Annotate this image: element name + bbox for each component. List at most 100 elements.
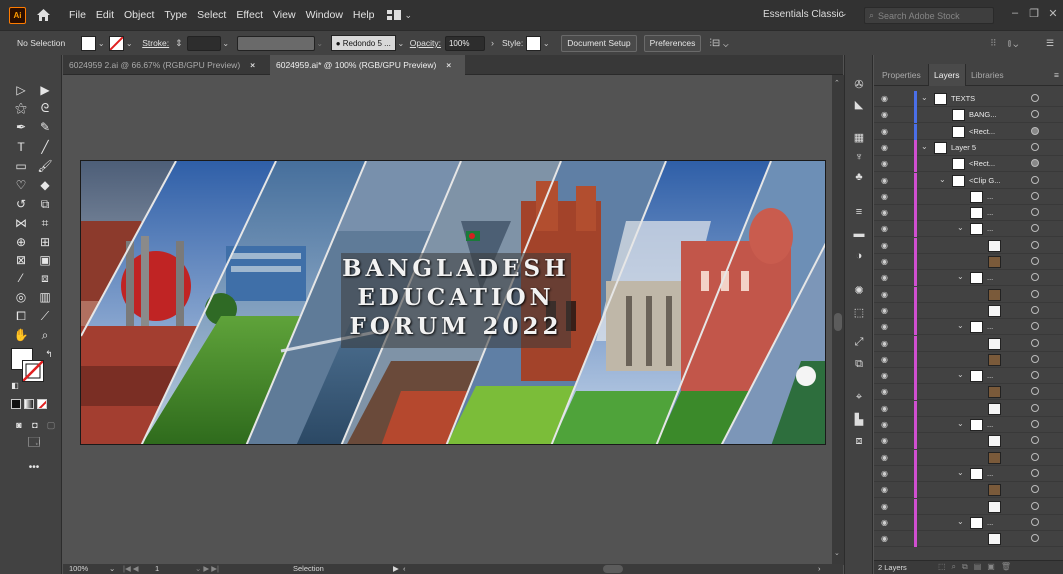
layer-row[interactable]: ◉	[874, 400, 1063, 417]
layer-name[interactable]: Layer 5	[951, 143, 976, 152]
visibility-eye-icon[interactable]: ◉	[881, 208, 891, 217]
target-circle-icon[interactable]	[1031, 305, 1039, 314]
target-circle-icon[interactable]	[1031, 257, 1039, 265]
layer-name[interactable]: <Rect...	[969, 159, 995, 168]
close-icon[interactable]: ×	[250, 60, 255, 70]
layer-row[interactable]: ◉	[874, 449, 1063, 466]
vertical-scrollbar[interactable]: ⌃ ⌄	[832, 75, 844, 565]
default-colors-icon[interactable]: ◧	[6, 377, 24, 393]
menu-edit[interactable]: Edit	[96, 9, 114, 21]
layer-row[interactable]: ◉	[874, 254, 1063, 270]
visibility-eye-icon[interactable]: ◉	[881, 127, 891, 136]
slice-tool-icon[interactable]: ⟋	[36, 308, 54, 324]
brush-definition[interactable]: ● Redondo 5 ...	[330, 35, 396, 51]
visibility-eye-icon[interactable]: ◉	[881, 94, 891, 103]
artboard-number[interactable]: 1	[155, 564, 159, 574]
transform-icon[interactable]: ⫾ ⌄	[1008, 38, 1018, 49]
target-circle-icon[interactable]	[1031, 110, 1039, 119]
layer-name[interactable]: ...	[987, 371, 993, 380]
chevron-down-icon[interactable]: ⌄	[96, 39, 106, 48]
artboards-icon[interactable]: ⧈	[852, 434, 866, 448]
layer-row[interactable]: ◉ ⌄ Layer 5	[874, 139, 1063, 156]
chevron-down-icon[interactable]: ⌄	[840, 8, 848, 19]
chevron-down-icon[interactable]: ⌄	[396, 39, 406, 48]
panel-menu-icon[interactable]: ≡	[1049, 64, 1063, 86]
menu-file[interactable]: File	[69, 9, 86, 21]
tab-libraries[interactable]: Libraries	[966, 64, 1009, 86]
scroll-thumb[interactable]	[834, 313, 842, 331]
layer-row[interactable]: ◉	[874, 335, 1063, 352]
menu-view[interactable]: View	[273, 9, 296, 21]
layer-name[interactable]: <Rect...	[969, 127, 995, 136]
width-tool-icon[interactable]: ⋈	[12, 215, 30, 231]
pathfinder-icon[interactable]: ⧉	[852, 357, 866, 371]
symbols-icon[interactable]: ♣	[852, 170, 866, 184]
visibility-eye-icon[interactable]: ◉	[881, 322, 891, 331]
expand-chevron-icon[interactable]: ⌄	[939, 175, 946, 184]
layer-name[interactable]: TEXTS	[951, 94, 975, 103]
gradient-mode-icon[interactable]	[24, 399, 34, 409]
target-circle-icon[interactable]	[1031, 403, 1039, 412]
visibility-eye-icon[interactable]: ◉	[881, 518, 891, 527]
chevron-right-icon[interactable]: ▶	[393, 564, 399, 574]
horizontal-scroll-thumb[interactable]	[603, 565, 623, 573]
layer-row[interactable]: ◉ ⌄ <Clip G...	[874, 172, 1063, 189]
workspace-switcher[interactable]: Essentials Classic	[763, 9, 844, 20]
scale-tool-icon[interactable]: ⧉	[36, 196, 54, 212]
layer-row[interactable]: ◉	[874, 384, 1063, 401]
align-options-icon[interactable]: ⫶⊟ ⌄	[709, 38, 728, 49]
mesh-tool-icon[interactable]: ⊠	[12, 252, 30, 268]
restore-button[interactable]: ❐	[1025, 4, 1043, 22]
chevron-down-icon[interactable]: ⌄	[124, 39, 134, 48]
magic-wand-tool-icon[interactable]: ⚝	[12, 100, 30, 116]
visibility-eye-icon[interactable]: ◉	[881, 273, 891, 282]
target-circle-icon[interactable]	[1031, 436, 1039, 445]
layer-row[interactable]: ◉ ⌄...	[874, 465, 1063, 482]
zoom-level[interactable]: 100%	[69, 564, 88, 574]
target-circle-icon[interactable]	[1031, 224, 1039, 233]
paintbrush-tool-icon[interactable]: 🖌	[36, 158, 54, 174]
swatches-icon[interactable]: ▦	[852, 130, 866, 144]
target-circle-icon[interactable]	[1031, 175, 1039, 184]
scroll-left-icon[interactable]: ‹	[403, 564, 406, 574]
visibility-eye-icon[interactable]: ◉	[881, 257, 891, 266]
curvature-tool-icon[interactable]: ✎	[36, 119, 54, 135]
tab-properties[interactable]: Properties	[877, 64, 926, 86]
expand-chevron-icon[interactable]: ⌄	[957, 272, 964, 281]
free-transform-tool-icon[interactable]: ⌗	[36, 215, 54, 231]
swap-colors-icon[interactable]: ↰	[40, 346, 58, 362]
visibility-eye-icon[interactable]: ◉	[881, 502, 891, 511]
target-circle-icon[interactable]	[1031, 273, 1039, 282]
visibility-eye-icon[interactable]: ◉	[881, 469, 891, 478]
layer-row[interactable]: ◉	[874, 302, 1063, 319]
layer-name[interactable]: ...	[987, 420, 993, 429]
layer-name[interactable]: ...	[987, 208, 993, 217]
graphic-style-swatch[interactable]	[526, 35, 542, 51]
eraser-tool-icon[interactable]: ◆	[36, 177, 54, 193]
target-circle-icon[interactable]	[1031, 517, 1039, 526]
edit-toolbar-icon[interactable]: •••	[25, 459, 43, 475]
menu-object[interactable]: Object	[124, 9, 154, 21]
stroke-label[interactable]: Stroke:	[142, 38, 169, 48]
visibility-eye-icon[interactable]: ◉	[881, 290, 891, 299]
stroke-swatch[interactable]	[109, 35, 125, 51]
layer-row[interactable]: ◉ ⌄...	[874, 270, 1063, 287]
layer-row[interactable]: ◉ <Rect...	[874, 156, 1063, 173]
layer-name[interactable]: ...	[987, 192, 993, 201]
tab-layers[interactable]: Layers	[928, 64, 966, 86]
target-circle-icon[interactable]	[1031, 338, 1039, 347]
screen-mode-icon[interactable]: 🗔	[25, 435, 43, 451]
opacity-label[interactable]: Opacity:	[410, 38, 441, 48]
expand-chevron-icon[interactable]: ⌄	[921, 93, 928, 102]
target-circle-icon[interactable]	[1031, 126, 1039, 135]
scroll-right-icon[interactable]: ›	[818, 564, 821, 574]
expand-chevron-icon[interactable]: ⌄	[957, 517, 964, 526]
graphic-styles-icon[interactable]: ⬚	[852, 305, 866, 319]
chevron-down-icon[interactable]: ⌄	[541, 39, 551, 48]
fill-swatch[interactable]	[81, 35, 97, 51]
target-circle-icon[interactable]	[1031, 159, 1039, 168]
visibility-eye-icon[interactable]: ◉	[881, 192, 891, 201]
target-circle-icon[interactable]	[1031, 354, 1039, 363]
align-left-icon[interactable]: ▙	[852, 412, 866, 426]
appearance-icon[interactable]: ✺	[852, 283, 866, 297]
